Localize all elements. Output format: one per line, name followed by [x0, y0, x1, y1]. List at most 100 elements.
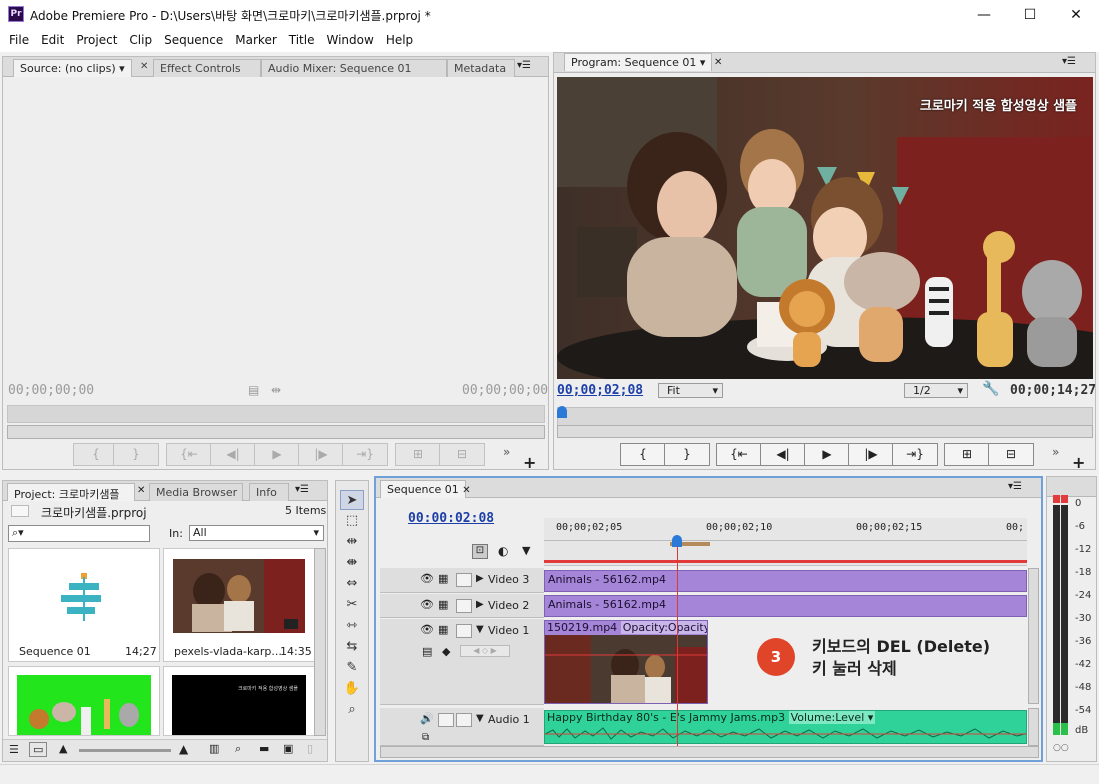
set-marker-icon[interactable]: ◐ — [498, 544, 508, 558]
automate-to-sequence-icon[interactable]: ▥ — [209, 742, 219, 755]
more-controls-icon[interactable]: » — [503, 445, 510, 459]
project-vertical-scrollbar[interactable] — [314, 548, 326, 736]
in-filter-select[interactable]: All ▾ — [189, 525, 324, 541]
menu-edit[interactable]: Edit — [35, 30, 70, 52]
playhead-icon[interactable] — [557, 406, 567, 418]
trash-icon[interactable]: ▯ — [307, 742, 313, 755]
more-controls-icon[interactable]: » — [1052, 445, 1059, 459]
tab-effect-controls[interactable]: Effect Controls — [153, 59, 261, 77]
program-zoom-scrollbar[interactable] — [557, 425, 1093, 438]
lock-toggle[interactable] — [456, 624, 472, 638]
slide-tool-icon[interactable]: ⇆ — [340, 637, 364, 657]
project-item-video[interactable]: pexels-vlada-karp... 14:35 — [163, 548, 315, 662]
step-back-button[interactable]: ◀| — [760, 443, 806, 466]
resolution-select[interactable]: 1/2 ▾ — [904, 383, 968, 398]
rolling-edit-tool-icon[interactable]: ⇼ — [340, 553, 364, 573]
eye-icon[interactable]: 👁 — [420, 572, 434, 585]
clip-audio-1[interactable]: Happy Birthday 80's - E's Jammy Jams.mp3… — [544, 710, 1027, 744]
program-time-ruler[interactable] — [557, 407, 1093, 427]
film-icon[interactable]: ▦ — [438, 572, 448, 585]
lock-toggle[interactable] — [456, 573, 472, 587]
slip-tool-icon[interactable]: ⇿ — [340, 616, 364, 636]
expand-track-icon[interactable]: ▶ — [476, 573, 484, 584]
add-button-icon[interactable]: + — [523, 453, 536, 472]
display-style-icon[interactable]: ▤ — [422, 645, 432, 658]
tab-sequence[interactable]: Sequence 01 ✕ — [380, 480, 471, 498]
source-time-ruler[interactable] — [7, 405, 545, 423]
menu-sequence[interactable]: Sequence — [158, 30, 229, 52]
icon-view-icon[interactable]: ▭ — [29, 742, 48, 757]
eye-icon[interactable]: 👁 — [420, 623, 434, 636]
effect-menu[interactable]: Opacity:Opacity ▾ — [620, 621, 707, 634]
insert-button[interactable]: ⊞ — [395, 443, 441, 466]
zoom-level-select[interactable]: Fit ▾ — [658, 383, 723, 398]
close-tab-icon[interactable]: ✕ — [140, 61, 148, 72]
tab-project[interactable]: Project: 크로마키샘플 — [7, 483, 135, 501]
list-view-icon[interactable]: ☰ — [9, 743, 19, 756]
dropdown-icon[interactable]: ▾ — [119, 62, 125, 75]
mark-in-button[interactable]: { — [620, 443, 666, 466]
collapse-track-icon[interactable]: ▼ — [476, 713, 484, 724]
menu-window[interactable]: Window — [320, 30, 379, 52]
maximize-button[interactable]: ☐ — [1007, 0, 1053, 30]
project-item-greenscreen[interactable] — [8, 666, 160, 736]
marker-icon[interactable]: ▼ — [522, 544, 530, 557]
step-forward-button[interactable]: |▶ — [298, 443, 344, 466]
eye-icon[interactable]: 👁 — [420, 598, 434, 611]
panel-menu-icon[interactable]: ▾☰ — [517, 60, 531, 71]
program-video-frame[interactable]: 크로마키 적용 합성영상 샘플 — [557, 77, 1093, 379]
minimize-button[interactable]: — — [961, 0, 1007, 30]
go-to-out-button[interactable]: ⇥} — [342, 443, 388, 466]
mark-out-button[interactable]: } — [113, 443, 159, 466]
project-item-sequence[interactable]: Sequence 01 14;27 — [8, 548, 160, 662]
film-icon[interactable]: ▦ — [438, 598, 448, 611]
timeline-ruler[interactable]: 00;00;02;05 00;00;02;10 00;00;02;15 00; — [544, 518, 1027, 566]
timeline-timecode[interactable]: 00:00:02:08 — [408, 511, 494, 526]
step-back-button[interactable]: ◀| — [210, 443, 256, 466]
keyframe-navigator[interactable]: ◀ ◇ ▶ — [460, 645, 510, 657]
lift-button[interactable]: ⊞ — [944, 443, 990, 466]
zoom-tool-icon[interactable]: ⌕ — [340, 700, 364, 720]
film-icon[interactable]: ▦ — [438, 623, 448, 636]
play-button[interactable]: ▶ — [254, 443, 300, 466]
speaker-icon[interactable]: 🔊 — [420, 712, 434, 725]
panel-menu-icon[interactable]: ▾☰ — [1062, 56, 1076, 67]
timeline-horizontal-scrollbar[interactable] — [380, 746, 1039, 758]
hand-tool-icon[interactable]: ✋ — [340, 679, 364, 699]
ripple-edit-tool-icon[interactable]: ⇹ — [340, 532, 364, 552]
audio-wave-icon[interactable]: ⇹ — [271, 383, 281, 397]
mark-out-button[interactable]: } — [664, 443, 710, 466]
go-to-in-button[interactable]: {⇤ — [716, 443, 762, 466]
track-select-tool-icon[interactable]: ⬚ — [340, 511, 364, 531]
expand-track-icon[interactable]: ▶ — [476, 599, 484, 610]
keyframe-icon[interactable]: ◆ — [442, 645, 450, 658]
tab-source[interactable]: Source: (no clips) ▾ — [13, 59, 132, 77]
tab-audio-mixer[interactable]: Audio Mixer: Sequence 01 — [261, 59, 447, 77]
project-search-input[interactable]: ⌕▾ — [8, 525, 150, 542]
tab-metadata[interactable]: Metadata — [447, 59, 515, 77]
overwrite-button[interactable]: ⊟ — [439, 443, 485, 466]
play-button[interactable]: ▶ — [804, 443, 850, 466]
pen-tool-icon[interactable]: ✎ — [340, 658, 364, 678]
panel-menu-icon[interactable]: ▾☰ — [295, 484, 309, 495]
find-icon[interactable]: ⌕ — [235, 742, 241, 756]
menu-marker[interactable]: Marker — [229, 30, 282, 52]
video-tracks-scrollbar[interactable] — [1028, 568, 1039, 704]
tab-program[interactable]: Program: Sequence 01 ▾ — [564, 53, 713, 71]
menu-file[interactable]: File — [3, 30, 35, 52]
add-button-icon[interactable]: + — [1072, 453, 1085, 472]
go-to-in-button[interactable]: {⇤ — [166, 443, 212, 466]
clip-video-2[interactable]: Animals - 56162.mp4 — [544, 595, 1027, 617]
close-button[interactable]: ✕ — [1053, 0, 1099, 30]
waveform-icon[interactable]: ⧉ — [422, 732, 429, 743]
new-item-icon[interactable]: ▣ — [283, 742, 293, 755]
zoom-out-icon[interactable]: ▲ — [59, 742, 67, 755]
menu-help[interactable]: Help — [380, 30, 419, 52]
audio-tracks-scrollbar[interactable] — [1028, 708, 1039, 746]
extract-button[interactable]: ⊟ — [988, 443, 1034, 466]
panel-menu-icon[interactable]: ▾☰ — [1008, 481, 1022, 492]
lock-toggle[interactable] — [456, 713, 472, 727]
clip-indicator-right[interactable] — [1061, 495, 1068, 503]
sync-lock-toggle[interactable] — [438, 713, 454, 727]
close-tab-icon[interactable]: ✕ — [462, 485, 470, 496]
